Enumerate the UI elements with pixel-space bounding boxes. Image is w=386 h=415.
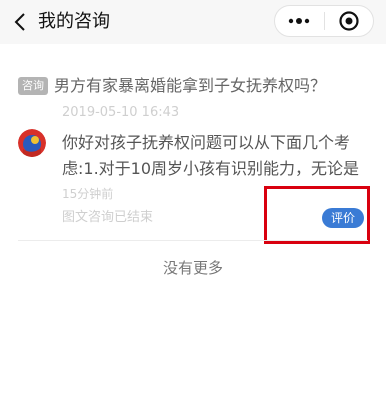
question-title[interactable]: 男方有家暴离婚能拿到子女抚养权吗？ <box>54 75 326 97</box>
back-button[interactable] <box>8 8 32 36</box>
answer-line-2: 虑:1.对于10周岁小孩有识别能力，无论是 <box>62 159 360 178</box>
question-row: 咨询 男方有家暴离婚能拿到子女抚养权吗？ <box>18 75 326 97</box>
lawyer-avatar <box>18 129 46 157</box>
target-circle-icon <box>339 11 359 31</box>
highlight-box <box>264 186 370 244</box>
capsule-menu <box>274 5 374 37</box>
consultation-status: 图文咨询已结束 <box>62 210 154 225</box>
answer-line-1: 你好对孩子抚养权问题可以从下面几个考 <box>62 133 351 152</box>
answer-time: 15分钟前 <box>62 187 114 201</box>
chevron-left-icon <box>14 13 25 31</box>
list-divider <box>18 240 368 241</box>
avatar-image <box>18 129 46 157</box>
no-more-text: 没有更多 <box>162 259 223 277</box>
close-miniprogram-button[interactable] <box>325 6 374 36</box>
question-date: 2019-05-10 16:43 <box>62 105 180 120</box>
page-title: 我的咨询 <box>38 11 110 32</box>
more-dots-icon <box>289 18 310 24</box>
consult-tag: 咨询 <box>18 77 48 95</box>
navigation-bar: 我的咨询 <box>0 0 386 44</box>
answer-preview[interactable]: 你好对孩子抚养权问题可以从下面几个考 虑:1.对于10周岁小孩有识别能力，无论是 <box>62 130 372 182</box>
more-button[interactable] <box>275 6 324 36</box>
